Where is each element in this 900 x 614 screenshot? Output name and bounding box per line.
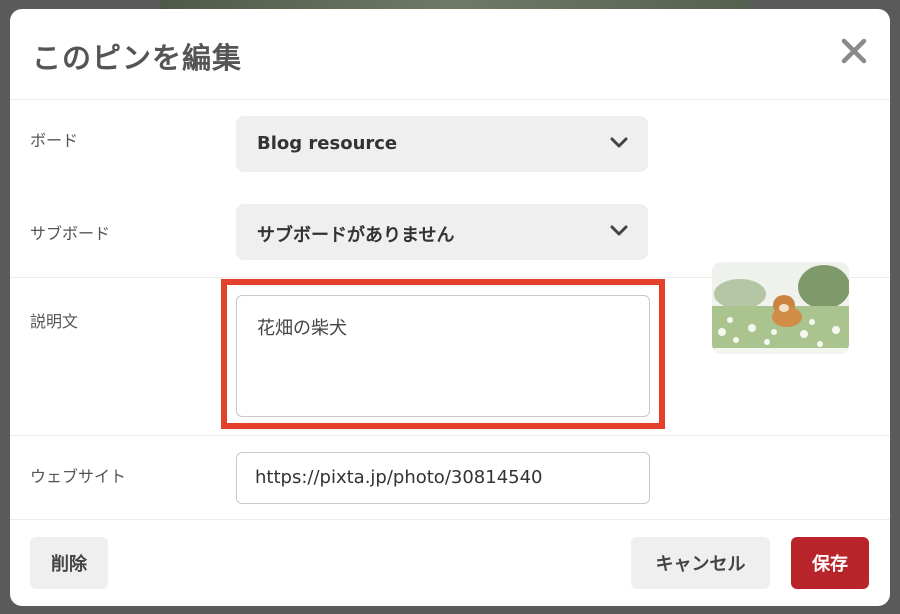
website-url-input[interactable]: https://pixta.jp/photo/30814540 — [236, 452, 650, 504]
pin-thumbnail-image — [712, 262, 849, 354]
close-icon — [841, 38, 867, 64]
subboard-selected-value: サブボードがありません — [257, 225, 455, 246]
edit-pin-dialog: このピンを編集 ボード Blog resource サブボード サブボードがあり… — [10, 9, 890, 606]
save-button[interactable]: 保存 — [791, 537, 869, 589]
board-label: ボード — [30, 131, 79, 150]
shiba-in-flowers-photo — [712, 262, 849, 354]
description-label: 説明文 — [30, 312, 79, 331]
footer-divider — [10, 519, 890, 520]
dialog-header: このピンを編集 — [10, 9, 890, 100]
delete-button[interactable]: 削除 — [30, 537, 108, 589]
board-select[interactable]: Blog resource — [236, 116, 648, 172]
section-divider — [10, 435, 890, 436]
cancel-button[interactable]: キャンセル — [631, 537, 770, 589]
board-selected-value: Blog resource — [257, 133, 398, 154]
description-textarea[interactable]: 花畑の柴犬 — [236, 295, 650, 417]
subboard-label: サブボード — [30, 224, 111, 243]
close-button[interactable] — [836, 33, 872, 69]
dialog-title: このピンを編集 — [32, 41, 243, 75]
website-label: ウェブサイト — [30, 467, 127, 486]
chevron-down-icon — [610, 225, 628, 236]
subboard-select[interactable]: サブボードがありません — [236, 204, 648, 260]
chevron-down-icon — [610, 137, 628, 148]
